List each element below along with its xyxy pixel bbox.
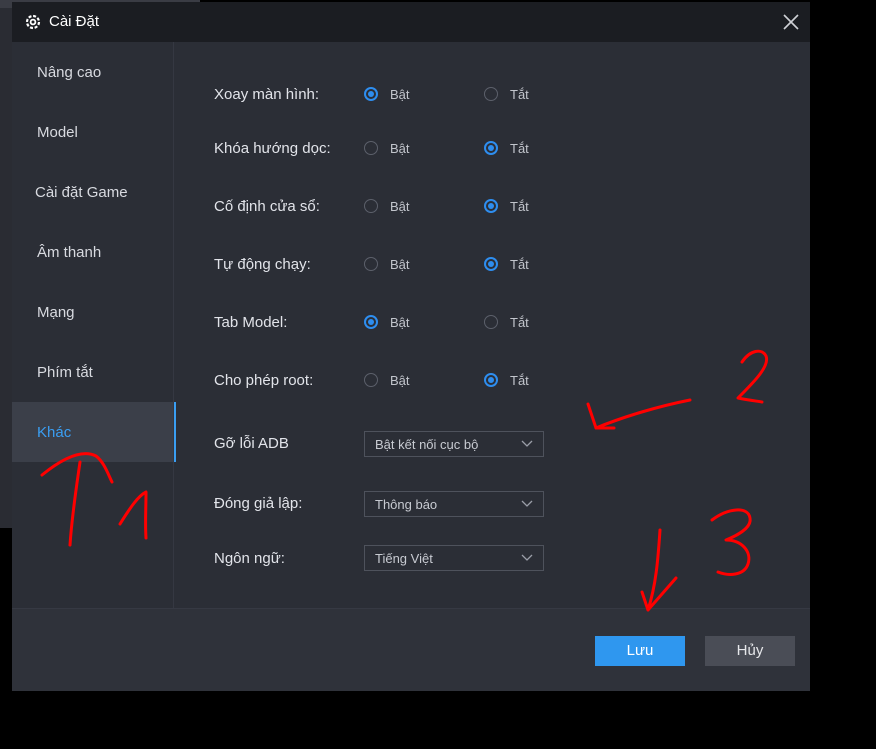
sidebar-item-label: Âm thanh [37, 243, 102, 261]
radio-label-off: Tắt [510, 87, 529, 102]
radio-root-on[interactable] [364, 373, 378, 387]
radio-label-off: Tắt [510, 315, 529, 330]
setting-label-tab-model: Tab Model: [214, 314, 288, 331]
sidebar-item-mang[interactable]: Mạng [12, 282, 174, 342]
setting-label-adb: Gỡ lỗi ADB [214, 435, 289, 452]
radio-portrait-lock-off[interactable] [484, 141, 498, 155]
dialog-footer: Lưu Hủy [12, 608, 810, 691]
sidebar-item-phim-tat[interactable]: Phím tắt [12, 342, 174, 402]
title-bar: Cài Đặt [12, 2, 810, 42]
radio-tab-model-on[interactable] [364, 315, 378, 329]
sidebar-item-label: Khác [37, 423, 72, 441]
sidebar-item-label: Nâng cao [37, 63, 102, 81]
gear-icon [25, 14, 41, 30]
radio-label-off: Tắt [510, 373, 529, 388]
radio-label-off: Tắt [510, 257, 529, 272]
radio-tab-model-off[interactable] [484, 315, 498, 329]
radio-rotate-off[interactable] [484, 87, 498, 101]
radio-autostart-off[interactable] [484, 257, 498, 271]
setting-label-rotate: Xoay màn hình: [214, 86, 320, 103]
select-language[interactable]: Tiếng Việt [364, 545, 544, 571]
background-window-edge [0, 8, 12, 528]
settings-content: Xoay màn hình: Bật Tắt Khóa hướng dọc: B… [174, 42, 810, 608]
radio-fixed-window-on[interactable] [364, 199, 378, 213]
setting-label-fixed-window: Cố định cửa sổ: [214, 198, 320, 215]
setting-label-portrait-lock: Khóa hướng dọc: [214, 140, 331, 157]
chevron-down-icon [521, 554, 533, 561]
settings-dialog: Cài Đặt Nâng cao Model Cài đặt Game Âm t… [12, 2, 810, 691]
close-icon[interactable] [782, 13, 800, 31]
sidebar-item-label: Phím tắt [37, 363, 93, 381]
radio-label-on: Bật [390, 373, 410, 388]
chevron-down-icon [521, 440, 533, 447]
sidebar: Nâng cao Model Cài đặt Game Âm thanh Mạn… [12, 42, 176, 608]
sidebar-item-khac[interactable]: Khác [12, 402, 176, 462]
sidebar-item-cai-dat-game[interactable]: Cài đặt Game [12, 162, 174, 222]
sidebar-item-label: Cài đặt Game [35, 183, 128, 201]
radio-fixed-window-off[interactable] [484, 199, 498, 213]
radio-label-on: Bật [390, 315, 410, 330]
radio-label-on: Bật [390, 141, 410, 156]
setting-label-root: Cho phép root: [214, 372, 314, 389]
select-value: Bật kết nối cục bộ [375, 437, 479, 452]
setting-label-autostart: Tự động chạy: [214, 256, 311, 273]
setting-label-language: Ngôn ngữ: [214, 550, 285, 567]
select-adb[interactable]: Bật kết nối cục bộ [364, 431, 544, 457]
radio-portrait-lock-on[interactable] [364, 141, 378, 155]
chevron-down-icon [521, 500, 533, 507]
select-close-emulator[interactable]: Thông báo [364, 491, 544, 517]
radio-label-off: Tắt [510, 141, 529, 156]
sidebar-item-label: Mạng [37, 303, 75, 321]
setting-label-close-emulator: Đóng giả lập: [214, 495, 303, 512]
radio-autostart-on[interactable] [364, 257, 378, 271]
radio-rotate-on[interactable] [364, 87, 378, 101]
radio-label-on: Bật [390, 257, 410, 272]
radio-label-on: Bật [390, 199, 410, 214]
radio-label-off: Tắt [510, 199, 529, 214]
radio-root-off[interactable] [484, 373, 498, 387]
sidebar-item-am-thanh[interactable]: Âm thanh [12, 222, 174, 282]
cancel-button[interactable]: Hủy [705, 636, 795, 666]
sidebar-item-nang-cao[interactable]: Nâng cao [12, 42, 174, 102]
select-value: Thông báo [375, 497, 438, 512]
save-button[interactable]: Lưu [595, 636, 685, 666]
select-value: Tiếng Việt [375, 551, 433, 566]
radio-label-on: Bật [390, 87, 410, 102]
sidebar-item-label: Model [37, 123, 78, 141]
dialog-title: Cài Đặt [49, 13, 100, 30]
sidebar-item-model[interactable]: Model [12, 102, 174, 162]
